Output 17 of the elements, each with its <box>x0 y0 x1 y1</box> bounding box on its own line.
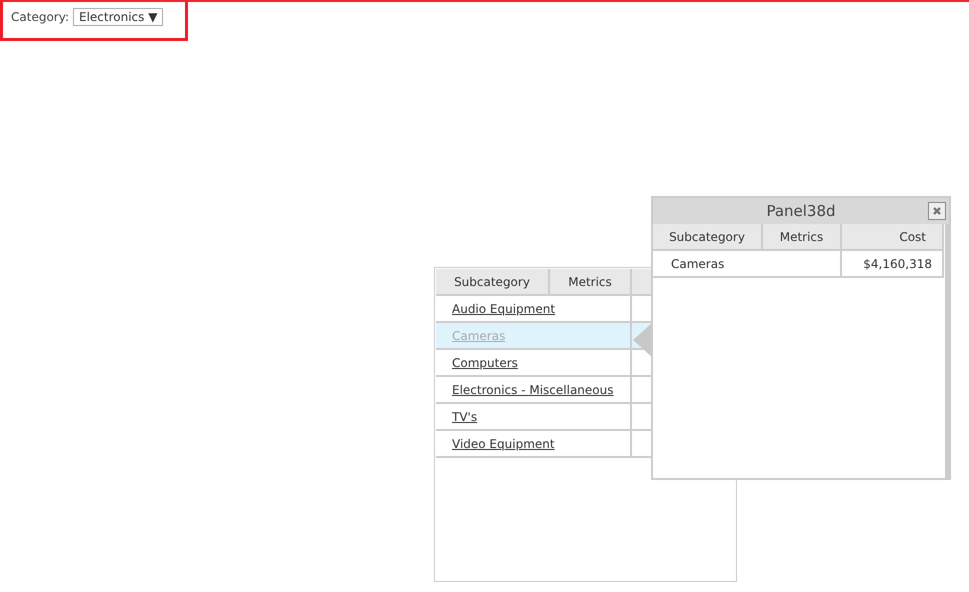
close-icon <box>932 206 942 216</box>
column-header[interactable]: Subcategory <box>653 224 763 251</box>
category-dropdown[interactable]: Electronics ▼ <box>72 8 164 26</box>
panel-title: Panel38d <box>766 202 836 220</box>
column-header[interactable]: Metrics <box>550 269 632 296</box>
subcategory-link[interactable]: Video Equipment <box>452 436 555 450</box>
close-button[interactable] <box>928 202 946 220</box>
subcategory-link[interactable]: Electronics - Miscellaneous <box>452 382 614 396</box>
subcategory-link[interactable]: TV's <box>452 410 478 424</box>
column-header[interactable]: Metrics <box>763 224 842 251</box>
table-cell: $4,160,318 <box>842 251 944 278</box>
column-header[interactable]: Cost <box>842 224 944 251</box>
subcategory-link[interactable]: Computers <box>452 356 518 370</box>
column-header[interactable]: Subcategory <box>436 269 550 296</box>
category-label: Category: <box>11 10 69 24</box>
subcategory-link[interactable]: Audio Equipment <box>452 302 556 316</box>
table-cell: Cameras <box>653 251 763 278</box>
